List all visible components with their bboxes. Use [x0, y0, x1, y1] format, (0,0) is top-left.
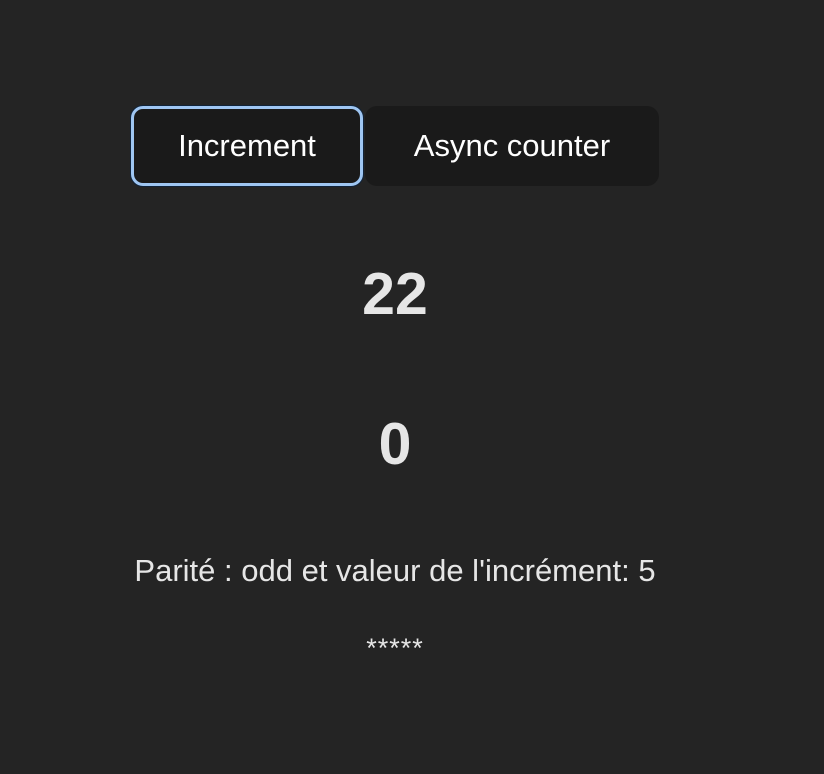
- async-counter-button[interactable]: Async counter: [365, 106, 659, 186]
- stars-text: *****: [366, 633, 424, 663]
- increment-button[interactable]: Increment: [131, 106, 363, 186]
- counter-value: 22: [362, 261, 428, 327]
- parity-text: Parité : odd et valeur de l'incrément: 5: [134, 553, 656, 588]
- button-row: Increment Async counter: [131, 106, 659, 186]
- async-counter-value: 0: [378, 411, 412, 477]
- app-root: Increment Async counter 22 0 Parité : od…: [0, 0, 824, 774]
